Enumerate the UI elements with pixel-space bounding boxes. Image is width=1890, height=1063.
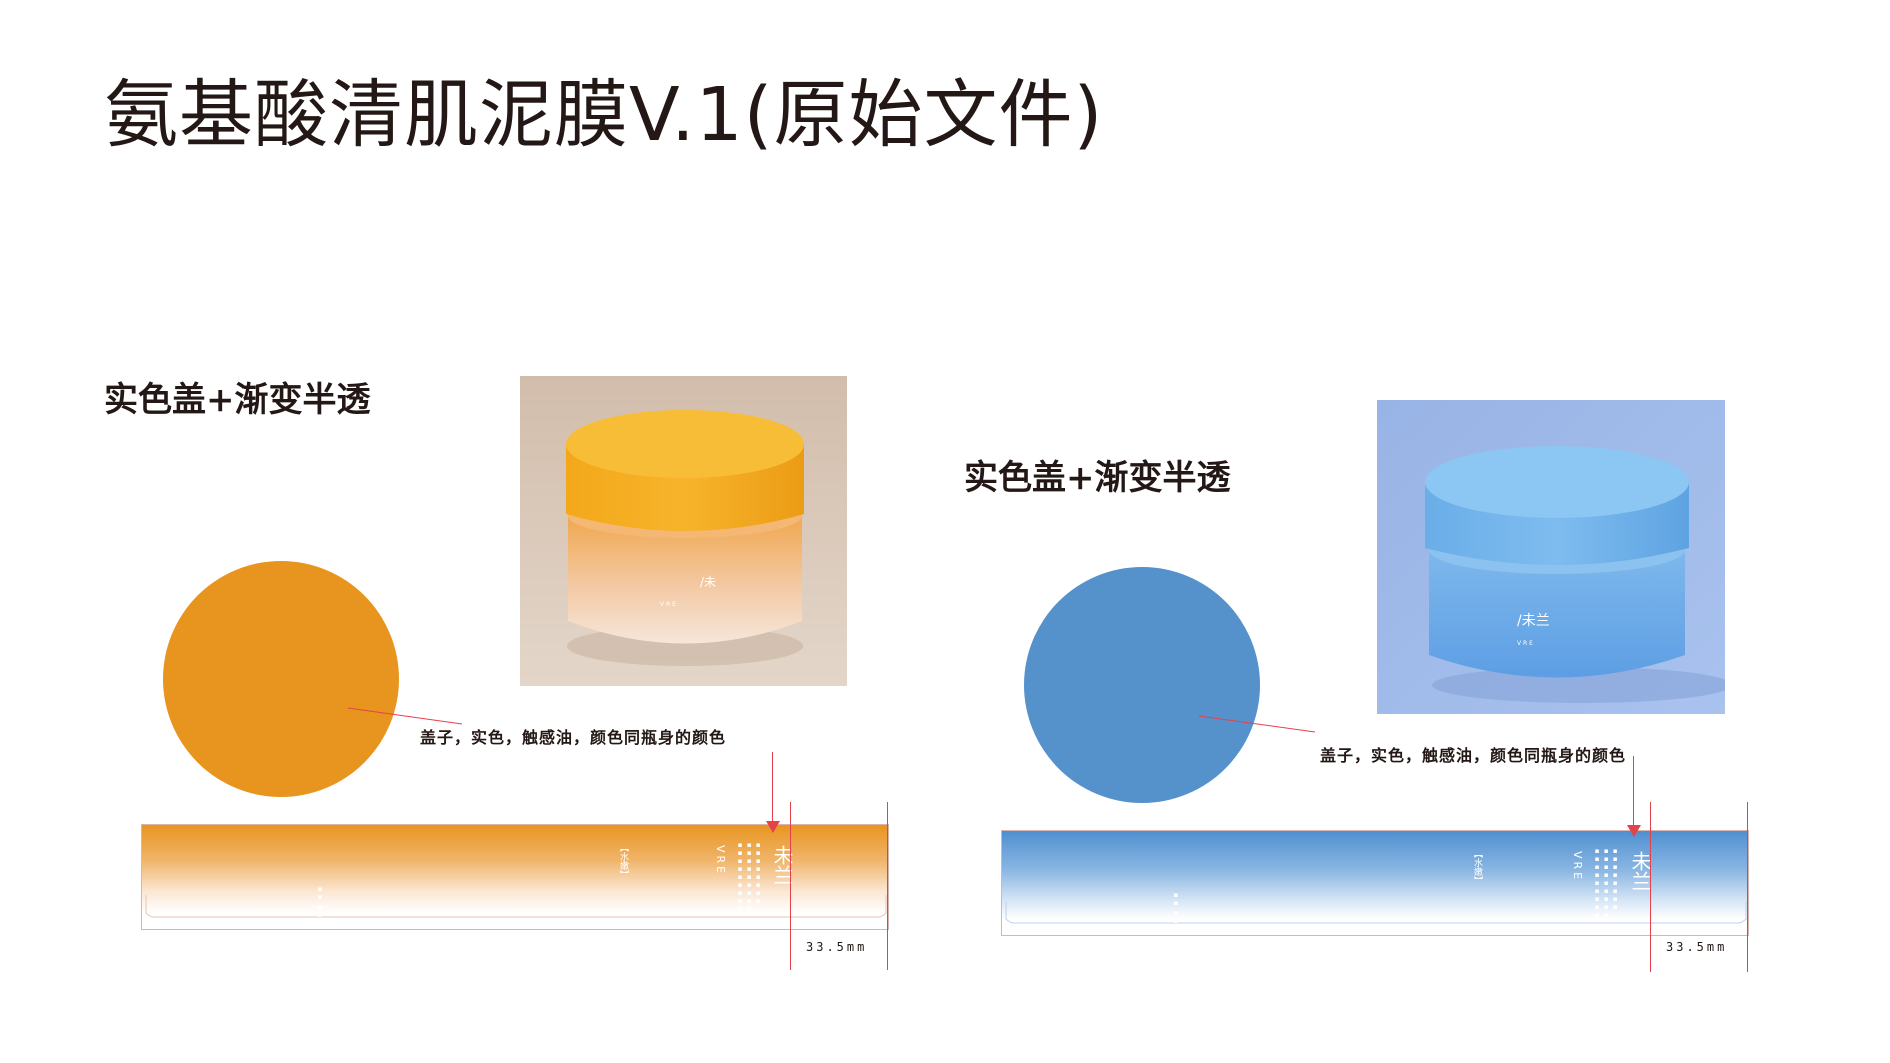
blue-jar-illustration: /未兰 V R E (1377, 400, 1725, 714)
arrow-down-icon (766, 821, 780, 833)
svg-text:V R E: V R E (1517, 640, 1533, 647)
variant-title-blue: 实色盖+渐变半透 (964, 458, 1231, 498)
label-fineprint-orange: ▪▪▪▪▪▪▪▪ ▪▪▪▪▪▪▪▪▪▪ ▪▪▪▪▪▪▪▪▪▪ (736, 841, 763, 915)
label-badge-blue: 【水嫩】 (1472, 849, 1482, 885)
variant-title-orange: 实色盖+渐变半透 (104, 380, 371, 420)
dimension-label-blue: 33.5mm (1666, 940, 1728, 954)
orange-jar-illustration: /未 V R E (520, 376, 847, 686)
dimension-guide-right-orange (887, 802, 888, 970)
svg-text:/未: /未 (700, 575, 716, 589)
label-badge-orange: 【水嫩】 (618, 843, 628, 879)
guide-arrow-line-orange (772, 752, 773, 828)
label-brand-blue: VRE (1571, 851, 1584, 883)
label-weight-orange: ▪▪ ▪▪ (316, 885, 324, 920)
lid-color-swatch-blue (1024, 567, 1260, 803)
lid-color-swatch-orange (163, 561, 399, 797)
label-strip-orange: 【水嫩】 VRE ▪▪▪▪▪▪▪▪ ▪▪▪▪▪▪▪▪▪▪ ▪▪▪▪▪▪▪▪▪▪ 未兰… (141, 824, 889, 930)
product-photo-blue: /未兰 V R E (1377, 400, 1725, 714)
dimension-guide-left-blue (1650, 802, 1651, 972)
dimension-label-orange: 33.5mm (806, 940, 868, 954)
dimension-guide-right-blue (1747, 802, 1748, 972)
label-weight-blue: ▪▪ ▪▪ (1172, 891, 1180, 926)
dimension-guide-left-orange (790, 802, 791, 970)
page-title: 氨基酸清肌泥膜V.1(原始文件) (104, 72, 1104, 158)
label-fineprint-blue: ▪▪▪▪▪▪▪▪ ▪▪▪▪▪▪▪▪▪▪ ▪▪▪▪▪▪▪▪▪▪ (1593, 847, 1620, 921)
arrow-down-icon (1627, 825, 1641, 837)
label-brand-orange: VRE (714, 845, 727, 877)
lid-annotation-orange: 盖子，实色，触感油，颜色同瓶身的颜色 (420, 728, 727, 747)
product-photo-orange: /未 V R E (520, 376, 847, 686)
svg-text:V R E: V R E (660, 601, 676, 608)
lid-annotation-blue: 盖子，实色，触感油，颜色同瓶身的颜色 (1320, 746, 1627, 765)
guide-arrow-line-blue (1633, 756, 1634, 832)
leader-line-blue (1198, 715, 1316, 733)
label-strip-blue: 【水嫩】 VRE ▪▪▪▪▪▪▪▪ ▪▪▪▪▪▪▪▪▪▪ ▪▪▪▪▪▪▪▪▪▪ 未兰… (1001, 830, 1749, 936)
svg-text:/未兰: /未兰 (1517, 613, 1550, 629)
label-logo-blue: 未兰 (1628, 851, 1652, 891)
label-logo-orange: 未兰 (770, 845, 794, 885)
